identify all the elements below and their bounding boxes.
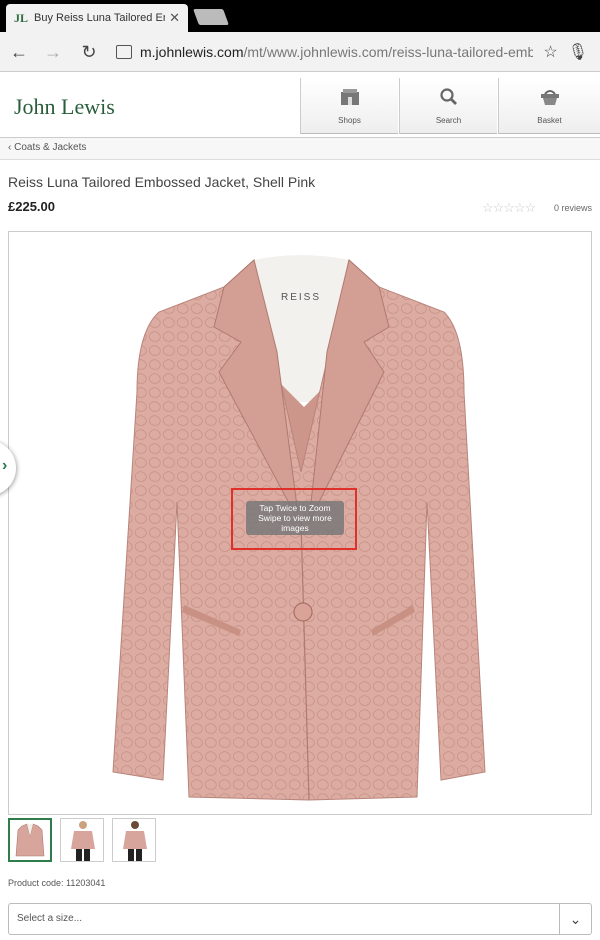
site-header: John Lewis Shops Search Basket (0, 72, 600, 138)
zoom-hint: Tap Twice to Zoom Swipe to view more ima… (246, 501, 344, 535)
thumbnail-2[interactable] (60, 818, 104, 862)
basket-icon (540, 88, 560, 106)
size-select-value: Select a size... (17, 913, 83, 924)
jacket-thumbnail-image (15, 823, 45, 857)
url-host: m.johnlewis.com (140, 44, 244, 60)
chevron-left-icon: ‹ (8, 142, 12, 153)
page-icon (116, 45, 132, 59)
product-title: Reiss Luna Tailored Embossed Jacket, She… (8, 174, 316, 190)
thumbnail-1[interactable] (8, 818, 52, 862)
forward-arrow-icon[interactable]: → (42, 41, 64, 63)
brand-label: REISS (281, 292, 321, 303)
browser-tab[interactable]: JL Buy Reiss Luna Tailored Em ✕ (6, 4, 188, 32)
shops-button[interactable]: Shops (300, 78, 398, 134)
address-bar[interactable]: m.johnlewis.com/mt/www.johnlewis.com/rei… (110, 37, 594, 67)
product-code: Product code: 11203041 (8, 878, 106, 888)
tab-title: Buy Reiss Luna Tailored Em (34, 12, 166, 24)
search-label: Search (435, 116, 462, 125)
basket-button[interactable]: Basket (498, 78, 600, 134)
model-front-thumbnail-image (71, 821, 95, 861)
breadcrumb-link[interactable]: Coats & Jackets (14, 142, 86, 153)
reload-icon[interactable]: ↻ (78, 41, 100, 63)
rating-stars-icon: ☆☆☆☆☆ (482, 200, 536, 215)
breadcrumb[interactable]: ‹ Coats & Jackets (0, 138, 600, 160)
close-icon[interactable]: ✕ (169, 10, 180, 26)
new-tab-button[interactable] (193, 9, 229, 25)
shops-label: Shops (338, 116, 361, 125)
product-price: £225.00 (8, 199, 55, 214)
reviews-link[interactable]: 0 reviews (554, 203, 592, 213)
chevron-down-icon[interactable]: ⌄ (559, 904, 591, 934)
back-arrow-icon[interactable]: ← (8, 41, 30, 63)
shop-icon (340, 88, 360, 106)
john-lewis-logo[interactable]: John Lewis (14, 94, 115, 120)
john-lewis-favicon-icon: JL (14, 11, 29, 25)
thumbnail-3[interactable] (112, 818, 156, 862)
browser-toolbar: ← → ↻ m.johnlewis.com/mt/www.johnlewis.c… (0, 32, 600, 72)
hint-line-2: Swipe to view more images (258, 513, 332, 533)
hint-line-1: Tap Twice to Zoom (259, 503, 331, 513)
browser-tab-strip: JL Buy Reiss Luna Tailored Em ✕ (0, 0, 600, 32)
size-select[interactable]: Select a size... ⌄ (8, 903, 592, 935)
mic-icon[interactable]: 🎙 (568, 42, 588, 62)
chevron-right-icon: › (2, 457, 8, 474)
search-icon (439, 88, 459, 106)
model-back-thumbnail-image (123, 821, 147, 861)
url-text[interactable]: m.johnlewis.com/mt/www.johnlewis.com/rei… (140, 44, 533, 60)
search-button[interactable]: Search (399, 78, 497, 134)
star-icon[interactable]: ☆ (543, 42, 557, 62)
basket-label: Basket (537, 116, 562, 125)
url-path: /mt/www.johnlewis.com/reiss-luna-tailore… (243, 44, 534, 60)
